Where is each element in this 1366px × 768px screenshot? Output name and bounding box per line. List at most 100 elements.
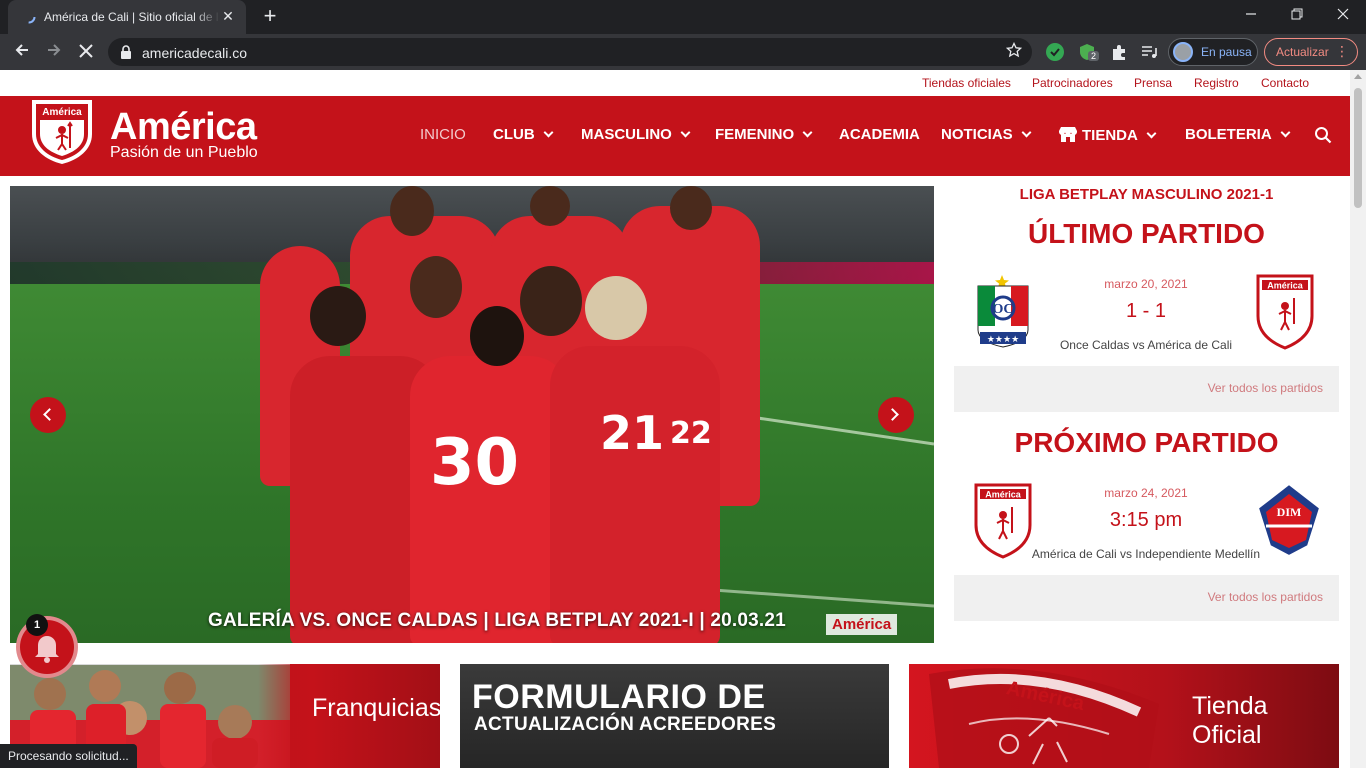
new-tab-icon[interactable]: + xyxy=(258,5,282,29)
player-head xyxy=(310,286,366,346)
menu-noticias-label: NOTICIAS xyxy=(941,126,1013,143)
close-window-icon[interactable] xyxy=(1320,0,1366,30)
page-viewport: Tiendas oficiales Patrocinadores Prensa … xyxy=(0,70,1350,768)
tienda-oficial-card[interactable]: América Tienda Oficial xyxy=(909,664,1339,768)
player-head xyxy=(530,186,570,226)
slider-prev-button[interactable] xyxy=(30,397,66,433)
medellin-crest-icon: DIM xyxy=(1256,482,1322,558)
link-prensa[interactable]: Prensa xyxy=(1134,76,1172,90)
jersey-number: 21 xyxy=(600,406,665,460)
chevron-right-icon xyxy=(886,408,899,421)
menu-academia[interactable]: ACADEMIA xyxy=(839,126,920,143)
chevron-left-icon xyxy=(43,408,56,421)
franquicias-title: Franquicias xyxy=(312,694,440,722)
crest-text: OC xyxy=(993,302,1014,317)
last-match-date: marzo 20, 2021 xyxy=(1104,277,1188,291)
browser-status-bubble: Procesando solicitud... xyxy=(0,744,137,768)
update-label: Actualizar xyxy=(1276,45,1329,59)
menu-club[interactable]: CLUB xyxy=(493,126,554,143)
menu-boleteria[interactable]: BOLETERIA xyxy=(1185,126,1291,143)
all-matches-bar: Ver todos los partidos xyxy=(954,575,1339,621)
hero-slider[interactable]: 30 22 21 GALERÍA VS. ONCE CALDAS | LIGA … xyxy=(10,186,934,643)
chevron-down-icon xyxy=(1280,127,1291,138)
profile-status: En pausa xyxy=(1201,45,1252,59)
menu-masculino[interactable]: MASCULINO xyxy=(581,126,691,143)
menu-boleteria-label: BOLETERIA xyxy=(1185,126,1272,143)
back-icon[interactable] xyxy=(10,40,34,64)
browser-toolbar: americadecali.co 2 En pausa Actualizar ⋮ xyxy=(0,34,1366,70)
tienda-oficial-title: Tienda Oficial xyxy=(1192,692,1268,749)
tab-title: América de Cali | Sitio oficial de l xyxy=(44,10,219,24)
player-head xyxy=(670,186,712,230)
link-contacto[interactable]: Contacto xyxy=(1261,76,1309,90)
shield-extension-icon[interactable]: 2 xyxy=(1078,43,1100,61)
menu-tienda[interactable]: TIENDA xyxy=(1058,126,1157,144)
menu-masculino-label: MASCULINO xyxy=(581,126,672,143)
forward-icon[interactable] xyxy=(42,40,66,64)
media-queue-icon[interactable] xyxy=(1140,43,1158,61)
ver-todos-partidos-link[interactable]: Ver todos los partidos xyxy=(1208,381,1323,395)
stop-loading-icon[interactable] xyxy=(74,40,98,64)
america-crest-icon: América xyxy=(1256,274,1314,350)
menu-inicio[interactable]: INICIO xyxy=(420,126,466,143)
check-extension-icon[interactable] xyxy=(1046,43,1064,61)
player-head xyxy=(585,276,647,340)
next-match-time: 3:15 pm xyxy=(1109,509,1183,531)
logo-text: América xyxy=(42,107,82,118)
extensions-puzzle-icon[interactable] xyxy=(1110,43,1128,61)
america-logo-icon[interactable]: América xyxy=(30,98,94,166)
brand-tagline: Pasión de un Pueblo xyxy=(110,144,258,161)
address-bar[interactable]: americadecali.co xyxy=(108,38,1032,66)
crest-text: América xyxy=(1267,281,1304,291)
minimize-icon[interactable] xyxy=(1228,0,1274,30)
scroll-up-icon[interactable] xyxy=(1354,74,1362,79)
restore-icon[interactable] xyxy=(1274,0,1320,30)
link-patrocinadores[interactable]: Patrocinadores xyxy=(1032,76,1113,90)
league-title: LIGA BETPLAY MASCULINO 2021-1 xyxy=(1019,186,1274,203)
chevron-down-icon xyxy=(680,127,691,138)
crest-text: DIM xyxy=(1277,505,1302,519)
loading-favicon-icon xyxy=(22,10,36,24)
jersey-number: 30 xyxy=(430,426,520,500)
menu-dots-icon: ⋮ xyxy=(1335,43,1349,59)
lock-icon xyxy=(121,45,131,59)
jersey-number: 22 xyxy=(670,416,712,451)
tab-close-icon[interactable]: ✕ xyxy=(220,8,236,24)
last-match-teams: Once Caldas vs América de Cali xyxy=(1059,338,1233,352)
crest-text: América xyxy=(985,490,1022,500)
url-text: americadecali.co xyxy=(142,45,248,61)
avatar xyxy=(1173,42,1193,62)
formulario-card[interactable]: FORMULARIO DE ACTUALIZACIÓN ACREEDORES xyxy=(460,664,889,768)
browser-tab-strip: América de Cali | Sitio oficial de l ✕ + xyxy=(0,0,1366,34)
menu-femenino-label: FEMENINO xyxy=(715,126,795,143)
slide-watermark: América xyxy=(826,614,898,635)
extension-badge: 2 xyxy=(1088,51,1100,61)
main-header: América América Pasión de un Pueblo INIC… xyxy=(0,96,1350,176)
slide-caption[interactable]: GALERÍA VS. ONCE CALDAS | LIGA BETPLAY 2… xyxy=(208,610,786,632)
chevron-down-icon xyxy=(543,127,554,138)
browser-tab[interactable]: América de Cali | Sitio oficial de l ✕ xyxy=(8,0,246,34)
player-head xyxy=(470,306,524,366)
menu-femenino[interactable]: FEMENINO xyxy=(715,126,813,143)
chevron-down-icon xyxy=(1021,127,1032,138)
profile-button[interactable]: En pausa xyxy=(1168,38,1258,66)
formulario-title: FORMULARIO DE xyxy=(472,678,766,716)
ver-todos-partidos-link[interactable]: Ver todos los partidos xyxy=(1208,590,1323,604)
brand-name[interactable]: América xyxy=(110,106,257,149)
search-icon[interactable] xyxy=(1314,126,1332,144)
link-registro[interactable]: Registro xyxy=(1194,76,1239,90)
bookmark-star-icon[interactable] xyxy=(1006,42,1022,58)
player-head xyxy=(390,186,434,236)
menu-tienda-label: TIENDA xyxy=(1082,127,1138,144)
update-button[interactable]: Actualizar ⋮ xyxy=(1264,38,1358,66)
next-match-teams: América de Cali vs Independiente Medellí… xyxy=(1031,547,1261,561)
scrollbar-thumb[interactable] xyxy=(1354,88,1362,208)
page-scrollbar[interactable] xyxy=(1350,70,1366,768)
slider-next-button[interactable] xyxy=(878,397,914,433)
menu-noticias[interactable]: NOTICIAS xyxy=(941,126,1032,143)
formulario-subtitle: ACTUALIZACIÓN ACREEDORES xyxy=(474,714,777,735)
all-matches-bar: Ver todos los partidos xyxy=(954,366,1339,412)
last-match-score: 1 - 1 xyxy=(1125,300,1167,322)
link-tiendas-oficiales[interactable]: Tiendas oficiales xyxy=(922,76,1011,90)
crest-fabric-icon: América xyxy=(929,668,1159,768)
